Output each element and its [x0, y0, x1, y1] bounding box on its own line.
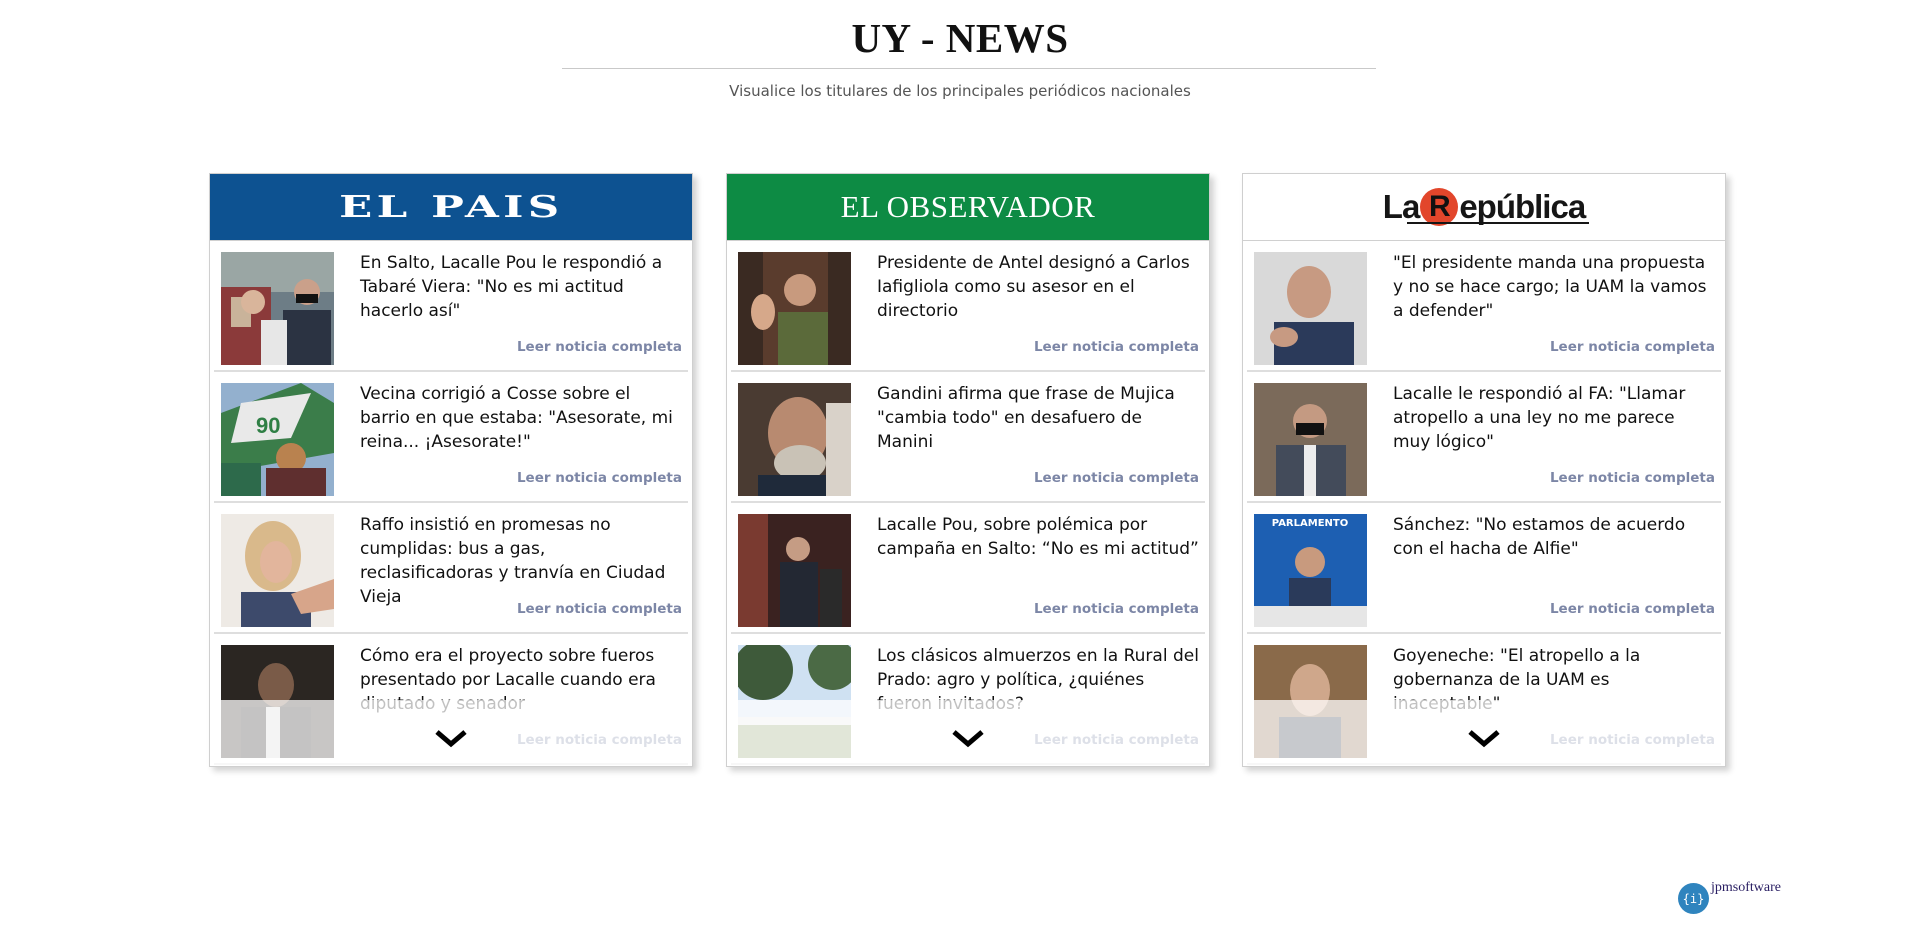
news-headline[interactable]: Lacalle le respondió al FA: "Llamar atro…	[1393, 382, 1715, 454]
la-republica-logo-bar[interactable]: La R epública	[1243, 174, 1725, 241]
news-headline[interactable]: Goyeneche: "El atropello a la gobernanza…	[1393, 644, 1715, 716]
news-item[interactable]: "El presidente manda una propuesta y no …	[1247, 241, 1721, 372]
news-thumbnail[interactable]	[1254, 252, 1367, 365]
news-headline[interactable]: Lacalle Pou, sobre polémica por campaña …	[877, 513, 1199, 561]
news-thumbnail[interactable]	[738, 252, 851, 365]
news-thumbnail[interactable]	[738, 514, 851, 627]
site-subtitle: Visualice los titulares de los principal…	[729, 82, 1191, 100]
el-observador-logo-bar[interactable]: EL OBSERVADOR	[727, 174, 1209, 241]
news-list[interactable]: Presidente de Antel designó a Carlos Iaf…	[727, 241, 1209, 765]
read-more-link[interactable]: Leer noticia completa	[1034, 470, 1199, 486]
news-thumbnail[interactable]	[1254, 383, 1367, 496]
news-headline[interactable]: Vecina corrigió a Cosse sobre el barrio …	[360, 382, 682, 454]
svg-text:90: 90	[256, 413, 280, 438]
news-item[interactable]: PARLAMENTO Sánchez: "No estamos de acuer…	[1247, 503, 1721, 634]
site-title: UY - NEWS	[851, 15, 1069, 61]
news-thumbnail[interactable]	[1254, 645, 1367, 758]
read-more-link[interactable]: Leer noticia completa	[1034, 732, 1199, 748]
news-thumbnail[interactable]	[221, 514, 334, 627]
news-thumbnail[interactable]	[738, 645, 851, 758]
chevron-down-icon[interactable]	[431, 725, 471, 751]
read-more-link[interactable]: Leer noticia completa	[1034, 601, 1199, 617]
chevron-down-icon[interactable]	[1464, 725, 1504, 751]
chevron-down-icon[interactable]	[948, 725, 988, 751]
newspaper-card-el-pais: EL PAIS En Salto, Lacalle Pou le respond…	[209, 173, 693, 767]
el-pais-logo-bar[interactable]: EL PAIS	[210, 174, 692, 241]
news-headline[interactable]: En Salto, Lacalle Pou le respondió a Tab…	[360, 251, 682, 323]
read-more-link[interactable]: Leer noticia completa	[517, 601, 682, 617]
read-more-link[interactable]: Leer noticia completa	[1550, 339, 1715, 355]
read-more-link[interactable]: Leer noticia completa	[1550, 601, 1715, 617]
photo-banner-text: PARLAMENTO	[1272, 518, 1348, 529]
news-item[interactable]: Presidente de Antel designó a Carlos Iaf…	[731, 241, 1205, 372]
info-icon: {i}	[1678, 883, 1709, 914]
read-more-link[interactable]: Leer noticia completa	[1550, 470, 1715, 486]
newspaper-card-la-republica: La R epública "El presidente manda una p…	[1242, 173, 1726, 767]
newspaper-card-el-observador: EL OBSERVADOR Presidente de Antel design…	[726, 173, 1210, 767]
el-observador-logo: EL OBSERVADOR	[840, 189, 1096, 224]
news-item[interactable]: Lacalle Pou, sobre polémica por campaña …	[731, 503, 1205, 634]
news-headline[interactable]: Presidente de Antel designó a Carlos Iaf…	[877, 251, 1199, 323]
logo-prefix: La	[1382, 188, 1421, 225]
news-item[interactable]: Lacalle le respondió al FA: "Llamar atro…	[1247, 372, 1721, 503]
read-more-link[interactable]: Leer noticia completa	[517, 732, 682, 748]
news-thumbnail[interactable]	[738, 383, 851, 496]
news-list[interactable]: En Salto, Lacalle Pou le respondió a Tab…	[210, 241, 692, 765]
logo-suffix: epública	[1407, 188, 1590, 225]
news-thumbnail[interactable]	[221, 645, 334, 758]
news-item[interactable]: Gandini afirma que frase de Mujica "camb…	[731, 372, 1205, 503]
news-thumbnail[interactable]	[221, 252, 334, 365]
news-headline[interactable]: Gandini afirma que frase de Mujica "camb…	[877, 382, 1199, 454]
read-more-link[interactable]: Leer noticia completa	[1034, 339, 1199, 355]
news-item[interactable]: 90 Vecina corrigió a Cosse sobre el barr…	[214, 372, 688, 503]
news-headline[interactable]: "El presidente manda una propuesta y no …	[1393, 251, 1715, 323]
title-divider	[562, 68, 1376, 69]
jpmsoftware-badge[interactable]: {i} jpmsoftware	[1678, 880, 1781, 914]
news-headline[interactable]: Los clásicos almuerzos en la Rural del P…	[877, 644, 1199, 716]
news-item[interactable]: En Salto, Lacalle Pou le respondió a Tab…	[214, 241, 688, 372]
news-headline[interactable]: Sánchez: "No estamos de acuerdo con el h…	[1393, 513, 1715, 561]
read-more-link[interactable]: Leer noticia completa	[517, 339, 682, 355]
news-list[interactable]: "El presidente manda una propuesta y no …	[1243, 241, 1725, 765]
badge-text: jpmsoftware	[1711, 880, 1781, 895]
news-thumbnail[interactable]: PARLAMENTO	[1254, 514, 1367, 627]
news-headline[interactable]: Raffo insistió en promesas no cumplidas:…	[360, 513, 682, 609]
news-headline[interactable]: Cómo era el proyecto sobre fueros presen…	[360, 644, 682, 716]
la-republica-logo: La R epública	[1382, 188, 1590, 226]
read-more-link[interactable]: Leer noticia completa	[1550, 732, 1715, 748]
logo-r-circle: R	[1420, 188, 1459, 226]
read-more-link[interactable]: Leer noticia completa	[517, 470, 682, 486]
news-thumbnail[interactable]: 90	[221, 383, 334, 496]
news-item[interactable]: Raffo insistió en promesas no cumplidas:…	[214, 503, 688, 634]
el-pais-logo: EL PAIS	[338, 189, 564, 225]
